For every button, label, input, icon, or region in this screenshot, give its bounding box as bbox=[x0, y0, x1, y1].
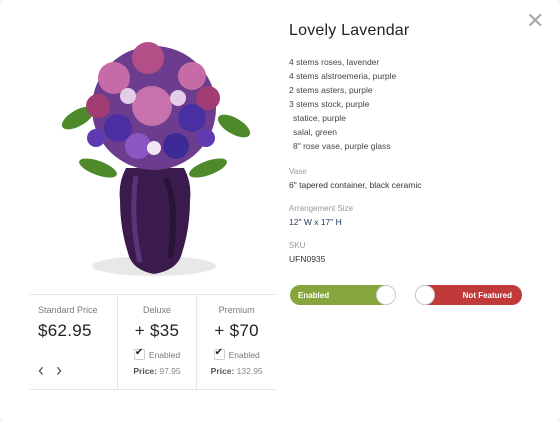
product-item: 4 stems alstroemeria, purple bbox=[289, 71, 397, 81]
sku-label: SKU bbox=[289, 241, 306, 250]
toggle-knob[interactable] bbox=[416, 286, 434, 304]
product-item: 3 stems stock, purple bbox=[289, 99, 370, 109]
product-modal: ✕ Standard Price $62.95 ‹ › Deluxe + $35… bbox=[0, 0, 560, 421]
featured-toggle[interactable]: Not Featured bbox=[415, 285, 522, 305]
sku-value: UFN0935 bbox=[289, 254, 326, 264]
deluxe-price-column: Deluxe + $35 Enabled Price: 97.95 bbox=[116, 295, 197, 389]
premium-price-label: Price: bbox=[210, 366, 235, 376]
deluxe-price-label: Price: bbox=[133, 366, 157, 376]
image-navigation: ‹ › bbox=[38, 361, 62, 379]
deluxe-price-value: 97.95 bbox=[159, 366, 181, 376]
deluxe-enabled-label: Enabled bbox=[148, 349, 181, 360]
premium-label: Premium bbox=[218, 305, 255, 315]
product-item: salal, green bbox=[293, 127, 337, 137]
premium-total-price: Price: 132.95 bbox=[197, 366, 276, 376]
vase-label: Vase bbox=[289, 167, 307, 176]
toggle-knob[interactable] bbox=[377, 286, 395, 304]
vase-value: 6" tapered container, black ceramic bbox=[289, 180, 422, 190]
deluxe-amount: + $35 bbox=[134, 321, 180, 340]
standard-price-label: Standard Price bbox=[38, 305, 98, 315]
arrangement-size-label: Arrangement Size bbox=[289, 204, 354, 213]
chevron-right-icon[interactable]: › bbox=[56, 361, 62, 379]
premium-price-value: 132.95 bbox=[236, 366, 263, 376]
deluxe-enabled-checkbox[interactable] bbox=[133, 347, 145, 360]
product-title: Lovely Lavendar bbox=[289, 22, 410, 39]
premium-enabled[interactable]: Enabled bbox=[197, 347, 276, 360]
standard-price-column: Standard Price $62.95 ‹ › bbox=[30, 295, 117, 389]
product-item: 8" rose vase, purple glass bbox=[293, 141, 391, 151]
arrangement-size-value: 12" W x 17" H bbox=[289, 217, 342, 227]
deluxe-label: Deluxe bbox=[143, 305, 172, 315]
enabled-toggle-label: Enabled bbox=[298, 290, 330, 300]
enabled-toggle[interactable]: Enabled bbox=[290, 285, 396, 305]
premium-amount: + $70 bbox=[214, 321, 259, 340]
chevron-left-icon[interactable]: ‹ bbox=[38, 361, 44, 379]
standard-price-amount: $62.95 bbox=[38, 321, 92, 340]
product-details: Lovely Lavendar 4 stems roses, lavender … bbox=[289, 22, 539, 264]
featured-toggle-label: Not Featured bbox=[462, 290, 512, 300]
premium-enabled-label: Enabled bbox=[228, 349, 260, 360]
premium-enabled-checkbox[interactable] bbox=[213, 347, 225, 360]
product-item: 2 stems asters, purple bbox=[289, 85, 373, 95]
deluxe-enabled[interactable]: Enabled bbox=[118, 347, 197, 360]
pricing-options: Standard Price $62.95 ‹ › Deluxe + $35 E… bbox=[30, 294, 276, 390]
product-items: 4 stems roses, lavender 4 stems alstroem… bbox=[289, 55, 539, 153]
product-item: 4 stems roses, lavender bbox=[289, 57, 380, 67]
product-item: statice, purple bbox=[293, 113, 346, 123]
product-image bbox=[61, 42, 251, 276]
premium-price-column: Premium + $70 Enabled Price: 132.95 bbox=[196, 295, 276, 389]
deluxe-total-price: Price: 97.95 bbox=[118, 366, 197, 376]
